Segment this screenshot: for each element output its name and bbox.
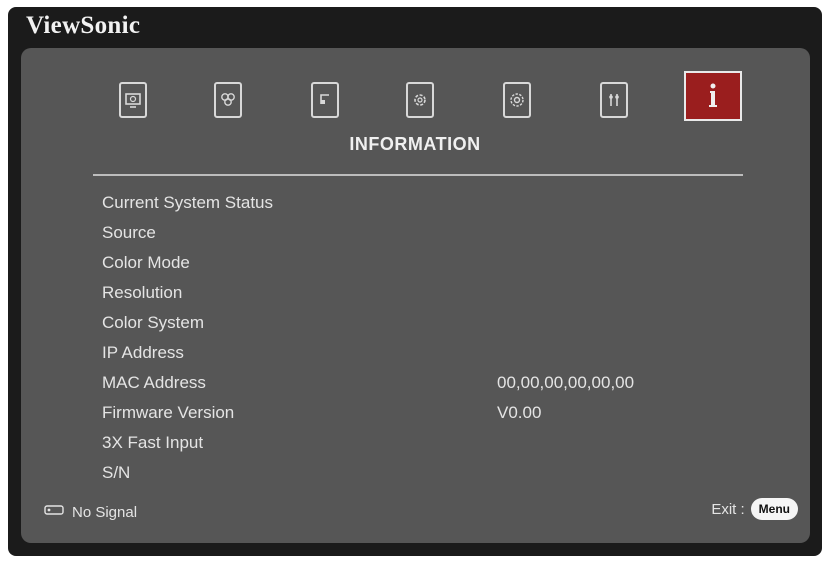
info-row-color-system: Color System [102, 313, 722, 343]
info-value: 00,00,00,00,00,00 [497, 373, 635, 392]
remote-control-icon [44, 503, 66, 521]
exit-label: Exit : [711, 500, 745, 518]
info-label: Current System Status [102, 193, 274, 212]
info-label: 3X Fast Input [102, 433, 204, 452]
information-icon [703, 81, 723, 111]
info-label: Firmware Version [102, 403, 235, 422]
info-label: S/N [102, 463, 131, 482]
network-icon [600, 82, 628, 118]
info-label: Resolution [102, 283, 183, 302]
tab-information[interactable] [684, 71, 742, 121]
display-icon [119, 82, 147, 118]
basic-settings-icon [406, 82, 434, 118]
picture-icon [214, 82, 242, 118]
tab-basic-settings[interactable] [401, 79, 439, 121]
advanced-settings-icon [503, 82, 531, 118]
brand-logo: ViewSonic [26, 12, 141, 39]
section-title: INFORMATION [349, 134, 481, 154]
info-value: V0.00 [497, 403, 542, 422]
tab-power-management[interactable] [306, 79, 344, 121]
exit-hint: Exit : Menu [711, 498, 798, 520]
tab-network[interactable] [595, 79, 633, 121]
info-label: MAC Address [102, 373, 206, 392]
info-list: Current System Status Source Color Mode … [102, 193, 722, 493]
tab-picture[interactable] [209, 79, 247, 121]
info-row-source: Source [102, 223, 722, 253]
info-row-color-mode: Color Mode [102, 253, 722, 283]
tab-display[interactable] [114, 79, 152, 121]
info-row-resolution: Resolution [102, 283, 722, 313]
info-row-current-system-status: Current System Status [102, 193, 722, 223]
info-row-mac-address: MAC Address 00,00,00,00,00,00 [102, 373, 722, 403]
signal-status-text: No Signal [72, 503, 138, 521]
menu-tab-bar [0, 71, 830, 127]
title-divider [93, 174, 743, 176]
info-label: Color System [102, 313, 205, 332]
info-label: IP Address [102, 343, 184, 362]
power-management-icon [311, 82, 339, 118]
signal-status: No Signal [44, 503, 137, 521]
info-row-3x-fast-input: 3X Fast Input [102, 433, 722, 463]
info-row-serial-number: S/N [102, 463, 722, 493]
info-row-ip-address: IP Address [102, 343, 722, 373]
info-row-firmware-version: Firmware Version V0.00 [102, 403, 722, 433]
info-label: Source [102, 223, 156, 242]
menu-button[interactable]: Menu [750, 498, 798, 520]
info-label: Color Mode [102, 253, 190, 272]
tab-advanced-settings[interactable] [498, 79, 536, 121]
